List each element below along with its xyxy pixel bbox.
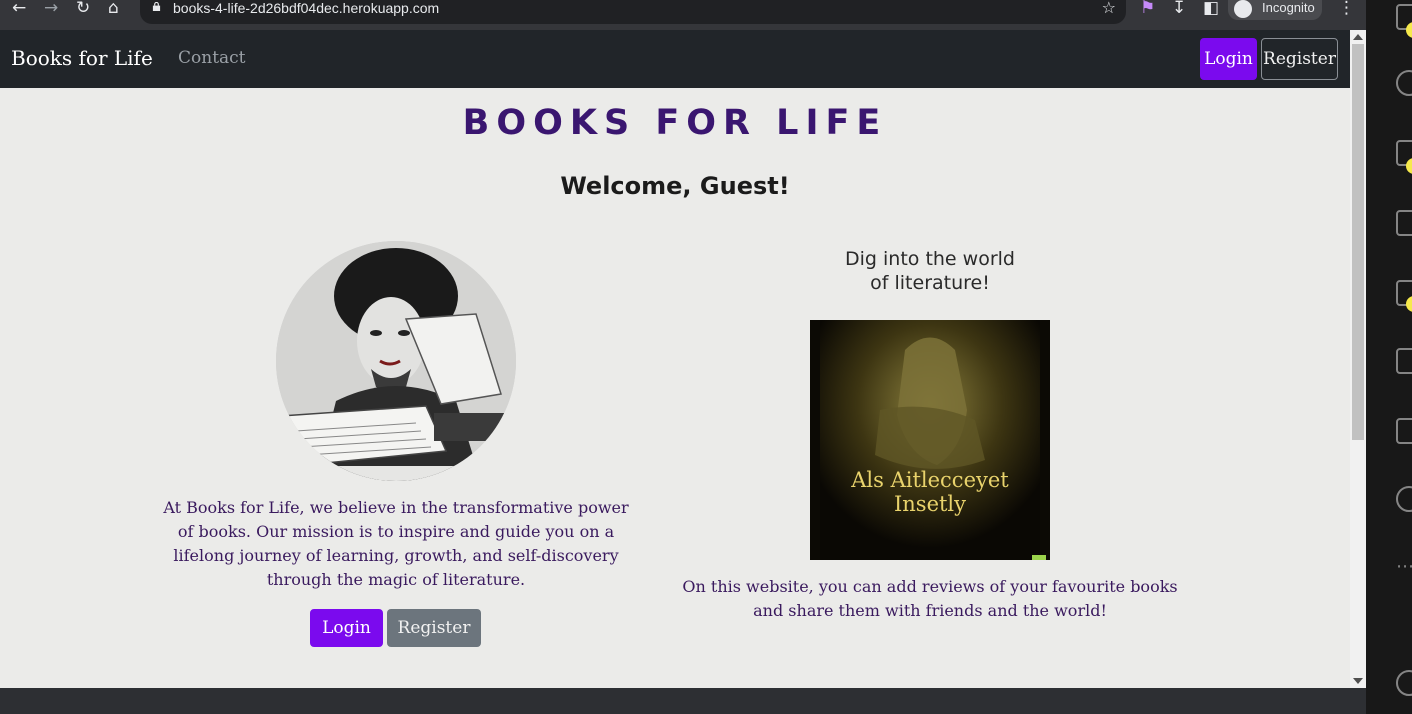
- navbar-brand[interactable]: Books for Life: [11, 44, 153, 72]
- url-text: books-4-life-2d26bdf04dec.herokuapp.com: [173, 0, 440, 16]
- editor-activity-bar: ⋯: [1366, 0, 1412, 714]
- testing-icon[interactable]: [1396, 418, 1412, 444]
- remote-explorer-icon[interactable]: [1396, 348, 1412, 374]
- navbar-login-button[interactable]: Login: [1200, 38, 1257, 80]
- literature-heading: Dig into the world of literature!: [780, 247, 1080, 295]
- book-cover-title-line1: Als Aitlecceyet: [851, 468, 1009, 492]
- scroll-up-arrow-icon[interactable]: [1353, 34, 1363, 40]
- more-icon[interactable]: ⋯: [1396, 556, 1412, 577]
- hero-login-button[interactable]: Login: [310, 609, 383, 647]
- extension-icon[interactable]: ⚑: [1140, 0, 1155, 18]
- shakespeare-portrait-image: [276, 241, 516, 481]
- page-scrollbar[interactable]: [1350, 30, 1366, 688]
- incognito-icon: [1234, 0, 1252, 18]
- about-description: At Books for Life, we believe in the tra…: [163, 498, 629, 589]
- bottom-bar: [0, 688, 1366, 714]
- scroll-down-arrow-icon[interactable]: [1353, 678, 1363, 684]
- nav-link-contact[interactable]: Contact: [178, 46, 246, 70]
- forward-arrow-icon[interactable]: →: [44, 0, 58, 18]
- run-debug-icon[interactable]: [1396, 210, 1412, 236]
- back-arrow-icon[interactable]: ←: [12, 0, 26, 18]
- address-bar[interactable]: books-4-life-2d26bdf04dec.herokuapp.com …: [140, 0, 1126, 24]
- literature-heading-line1: Dig into the world: [845, 248, 1015, 270]
- search-icon[interactable]: [1396, 70, 1412, 96]
- download-icon[interactable]: ↧: [1172, 0, 1186, 18]
- navbar-register-button[interactable]: Register: [1261, 38, 1338, 80]
- page-title: BOOKS FOR LIFE: [462, 103, 888, 143]
- bookmark-star-icon[interactable]: ☆: [1102, 0, 1116, 17]
- book-cover-image: Als Aitlecceyet Insetly: [810, 320, 1050, 560]
- explorer-badge: [1406, 22, 1412, 38]
- git-graph-icon[interactable]: [1396, 486, 1412, 512]
- home-icon[interactable]: ⌂: [108, 0, 119, 18]
- lock-icon: [152, 2, 161, 11]
- side-panel-icon[interactable]: ◧: [1203, 0, 1219, 18]
- literature-heading-line2: of literature!: [870, 272, 990, 294]
- browser-toolbar: ← → ↻ ⌂ books-4-life-2d26bdf04dec.heroku…: [0, 0, 1366, 30]
- site-description: On this website, you can add reviews of …: [682, 577, 1178, 620]
- incognito-badge[interactable]: Incognito: [1228, 0, 1322, 20]
- book-cover-title-line2: Insetly: [893, 492, 967, 516]
- page-viewport: Books for Life Contact Login Register BO…: [0, 30, 1350, 688]
- reload-icon[interactable]: ↻: [76, 0, 90, 18]
- site-navbar: Books for Life Contact Login Register: [0, 30, 1350, 88]
- extensions-badge: [1406, 296, 1412, 312]
- account-icon[interactable]: [1396, 670, 1412, 696]
- scrollbar-thumb[interactable]: [1352, 44, 1364, 440]
- source-control-badge: [1406, 158, 1412, 174]
- incognito-label: Incognito: [1262, 0, 1315, 15]
- book-cover-title: Als Aitlecceyet Insetly: [810, 468, 1050, 516]
- hero-register-button[interactable]: Register: [387, 609, 481, 647]
- welcome-heading: Welcome, Guest!: [560, 172, 790, 200]
- browser-menu-icon[interactable]: ⋮: [1338, 0, 1355, 18]
